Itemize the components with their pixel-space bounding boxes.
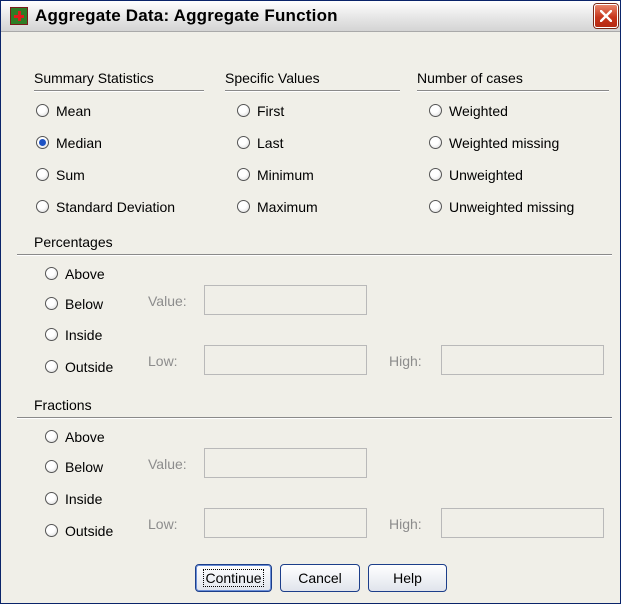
dialog-content: Summary Statistics Mean Median Sum Stand… xyxy=(9,39,612,603)
summary-statistics-title: Summary Statistics xyxy=(34,70,154,86)
fractions-value-label: Value: xyxy=(148,456,187,472)
fractions-rule xyxy=(17,417,612,419)
fractions-value-field[interactable] xyxy=(204,448,367,478)
aggregate-function-dialog: Aggregate Data: Aggregate Function Summa… xyxy=(0,0,621,604)
continue-button[interactable]: Continue xyxy=(195,564,272,592)
percentages-low-label: Low: xyxy=(148,353,178,369)
fractions-high-field[interactable] xyxy=(441,508,604,538)
percentages-low-field[interactable] xyxy=(204,345,367,375)
percentages-value-label: Value: xyxy=(148,293,187,309)
specific-values-title: Specific Values xyxy=(225,70,320,86)
fractions-low-label: Low: xyxy=(148,516,178,532)
percentages-high-label: High: xyxy=(389,353,422,369)
number-of-cases-title: Number of cases xyxy=(417,70,523,86)
help-button[interactable]: Help xyxy=(368,564,447,592)
fractions-high-label: High: xyxy=(389,516,422,532)
summary-statistics-rule xyxy=(34,90,204,92)
close-button[interactable] xyxy=(594,4,618,28)
fractions-low-field[interactable] xyxy=(204,508,367,538)
dialog-title: Aggregate Data: Aggregate Function xyxy=(35,6,338,25)
fractions-title: Fractions xyxy=(34,397,92,413)
title-bar[interactable]: Aggregate Data: Aggregate Function xyxy=(1,1,620,32)
number-of-cases-rule xyxy=(417,90,609,92)
percentages-high-field[interactable] xyxy=(441,345,604,375)
percentages-title: Percentages xyxy=(34,234,113,250)
spss-grid-plus-icon xyxy=(10,7,28,25)
cancel-button[interactable]: Cancel xyxy=(280,564,360,592)
close-x-icon xyxy=(600,10,612,22)
percentages-value-field[interactable] xyxy=(204,285,367,315)
specific-values-rule xyxy=(225,90,400,92)
percentages-rule xyxy=(17,254,612,256)
